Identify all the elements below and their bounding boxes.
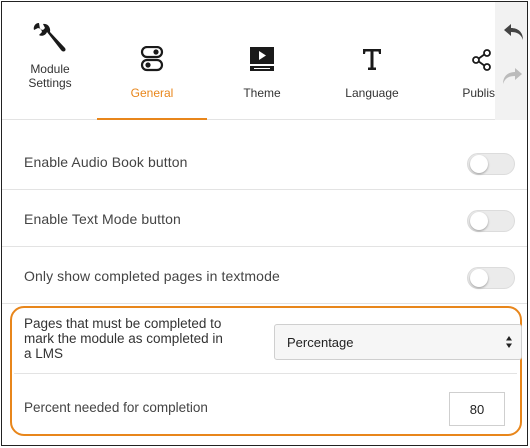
redo-icon[interactable]: [501, 66, 523, 86]
completion-mode-label: Pages that must be completed to mark the…: [24, 316, 254, 361]
module-settings: Module Settings: [20, 20, 80, 89]
setting-label-text-mode: Enable Text Mode button: [24, 211, 181, 227]
setting-label-completed-pages: Only show completed pages in textmode: [24, 268, 280, 284]
completion-label-line2: mark the module as completed in: [24, 331, 223, 346]
history-strip: [495, 2, 527, 120]
text-mode-toggle[interactable]: [467, 210, 515, 232]
completion-mode-value: Percentage: [287, 335, 354, 350]
percent-label: Percent needed for completion: [24, 400, 208, 415]
setting-label-audio-book: Enable Audio Book button: [24, 154, 188, 170]
tab-theme-label: Theme: [243, 86, 281, 100]
settings-header: Module Settings General Theme Language P…: [2, 2, 527, 120]
completion-label-line3: a LMS: [24, 346, 64, 361]
select-arrows-icon: [506, 336, 512, 348]
setting-row-completed-pages: Only show completed pages in textmode: [2, 247, 527, 304]
text-t-icon: [363, 49, 381, 70]
setting-row-text-mode: Enable Text Mode button: [2, 190, 527, 247]
completion-divider: [14, 373, 517, 374]
completed-pages-toggle[interactable]: [467, 267, 515, 289]
tab-theme[interactable]: Theme: [222, 42, 302, 120]
toggle-knob: [470, 269, 488, 287]
module-settings-line1: Module: [30, 62, 70, 76]
completion-mode-select[interactable]: Percentage: [274, 324, 522, 360]
tab-language[interactable]: Language: [332, 42, 412, 120]
module-settings-line2: Settings: [28, 76, 72, 90]
toggle-knob: [470, 212, 488, 230]
completion-label-line1: Pages that must be completed to: [24, 316, 222, 331]
toggles-icon: [140, 46, 164, 72]
setting-row-audio-book: Enable Audio Book button: [2, 133, 527, 190]
wrench-icon: [33, 23, 66, 52]
tab-general-label: General: [130, 86, 174, 100]
percent-input[interactable]: [449, 392, 505, 426]
toggle-knob: [470, 155, 488, 173]
settings-panel: Module Settings General Theme Language P…: [1, 1, 528, 446]
share-icon: [472, 49, 491, 71]
tab-general[interactable]: General: [97, 42, 207, 120]
tab-language-label: Language: [345, 86, 399, 100]
theme-icon: [250, 47, 274, 71]
undo-icon[interactable]: [503, 22, 525, 42]
audio-book-toggle[interactable]: [467, 153, 515, 175]
